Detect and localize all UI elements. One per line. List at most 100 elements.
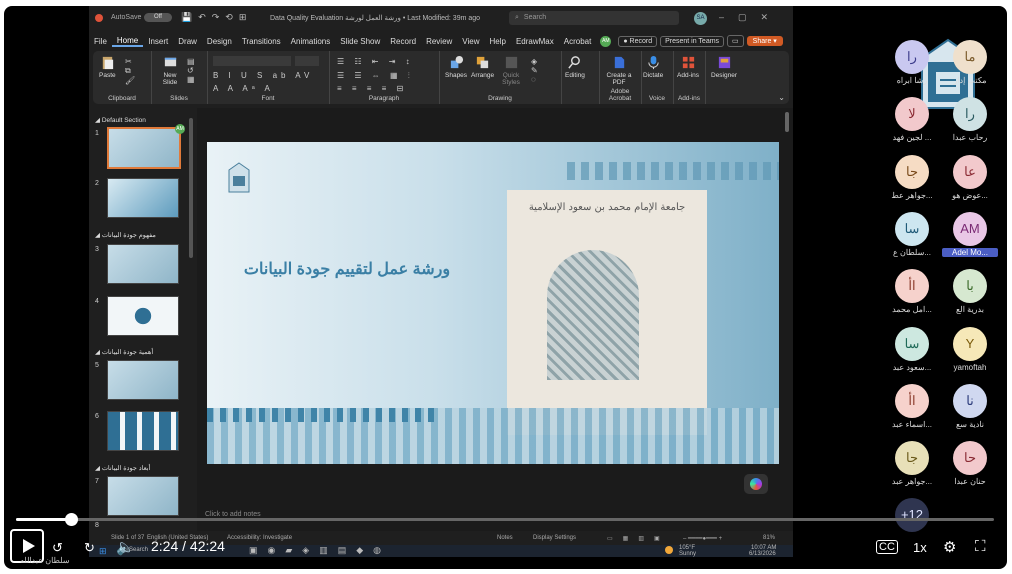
- tab-insert[interactable]: Insert: [143, 37, 173, 46]
- user-avatar[interactable]: SA: [694, 12, 707, 25]
- settings-gear-icon[interactable]: ⚙: [943, 538, 956, 556]
- align-icons[interactable]: ≡ ≡ ≡ ≡ ⊟: [337, 84, 407, 93]
- display-settings[interactable]: Display Settings: [533, 535, 576, 541]
- record-label: Record: [629, 37, 653, 45]
- participant-tile[interactable]: را رحاب عبدا: [942, 97, 998, 142]
- participant-tile[interactable]: عا عوض هو...: [942, 154, 998, 200]
- participant-tile[interactable]: سا سعود عبد...: [884, 326, 940, 372]
- participant-tile[interactable]: نا نادية سع: [942, 383, 998, 429]
- microphone-icon: [647, 55, 659, 70]
- participant-tile[interactable]: سا سلطان ع...: [884, 211, 940, 257]
- shapes-button[interactable]: Shapes: [445, 55, 467, 79]
- canvas-scrollbar[interactable]: [785, 112, 789, 132]
- editing-button[interactable]: Editing: [565, 55, 585, 79]
- record-button[interactable]: ● Record: [618, 35, 658, 47]
- tab-transitions[interactable]: Transitions: [237, 37, 286, 46]
- notes-toggle[interactable]: Notes: [497, 535, 513, 541]
- volume-icon[interactable]: 🔈: [116, 538, 135, 556]
- participant-tile[interactable]: اأ اسماء عبد...: [884, 383, 940, 429]
- quick-styles-button[interactable]: Quick Styles: [499, 55, 523, 86]
- participant-tile[interactable]: ما مكتب إدار: [942, 40, 998, 85]
- participant-tile[interactable]: لا لجين فهد ...: [884, 97, 940, 142]
- quick-styles-label: Quick Styles: [502, 72, 520, 86]
- tab-edrawmax[interactable]: EdrawMax: [511, 37, 559, 46]
- speed-button[interactable]: 1x: [913, 540, 927, 555]
- font-color-icons[interactable]: A A Aᵃ A: [213, 84, 274, 93]
- tab-home[interactable]: Home: [111, 36, 144, 47]
- font-format-icons[interactable]: B I U S ab AV: [213, 71, 313, 80]
- clipboard-small-icons[interactable]: ✂ ⧉ 🖌: [125, 57, 139, 85]
- participant-tile[interactable]: AM Adel Mo...: [942, 211, 998, 257]
- tab-file[interactable]: File: [89, 37, 112, 46]
- list-icons[interactable]: ☰ ☷ ⇤ ⇥ ↕: [337, 57, 414, 66]
- slide-thumbnail-4[interactable]: [107, 296, 179, 336]
- group-drawing: Shapes Arrange Quick Styles ◈ ✎ ◌ Drawing: [439, 51, 562, 104]
- rewind-10-icon[interactable]: ↺: [52, 540, 63, 556]
- share-button[interactable]: Share ▾: [746, 36, 783, 46]
- indent-icons[interactable]: ☰ ☰ ⇔ ▦ ⫶: [337, 71, 414, 81]
- create-pdf-button[interactable]: Create a PDF: [603, 55, 635, 86]
- shape-format-icons[interactable]: ◈ ✎ ◌: [531, 57, 542, 84]
- arrange-button[interactable]: Arrange: [471, 55, 494, 79]
- font-name-box[interactable]: [213, 56, 291, 66]
- slide-thumbnail-1[interactable]: [107, 127, 181, 169]
- new-slide-button[interactable]: New Slide: [157, 55, 183, 86]
- tab-design[interactable]: Design: [202, 37, 237, 46]
- slide-thumbnail-7[interactable]: [107, 476, 179, 516]
- slide-thumbnail-2[interactable]: [107, 178, 179, 218]
- add-ins-button[interactable]: Add-ins: [677, 55, 699, 79]
- section-importance[interactable]: ◢ أهمية جودة البيانات: [95, 348, 153, 356]
- autosave-label: AutoSave: [111, 14, 142, 21]
- zoom-level[interactable]: 81%: [763, 535, 775, 541]
- taskbar-app-icons[interactable]: ▣◉▰◈▥▤◆◍: [249, 545, 391, 556]
- participant-tile[interactable]: را رشا ابراه: [884, 40, 940, 85]
- slide-thumbnail-3[interactable]: [107, 244, 179, 284]
- tab-view[interactable]: View: [457, 37, 484, 46]
- thumb-number-2: 2: [95, 180, 99, 187]
- gate-inscription: جامعة الإمام محمد بن سعود الإسلامية: [528, 202, 686, 213]
- participant-tile[interactable]: جا جواهر عط...: [884, 154, 940, 200]
- section-dimensions[interactable]: ◢ أبعاد جودة البيانات: [95, 464, 150, 472]
- adobe-acrobat-label: Adobe Acrobat: [608, 88, 632, 102]
- autosave-toggle[interactable]: Off: [144, 13, 172, 22]
- section-concept[interactable]: ◢ مفهوم جودة البيانات: [95, 231, 156, 239]
- dictate-button[interactable]: Dictate: [643, 55, 663, 79]
- participant-tile[interactable]: حا حنان عبدا: [942, 441, 998, 486]
- participant-tile[interactable]: جا جواهر عبد...: [884, 441, 940, 486]
- slide-thumbnail-5[interactable]: [107, 360, 179, 400]
- copilot-button[interactable]: [744, 474, 768, 494]
- window-controls[interactable]: –▢✕: [719, 12, 782, 23]
- tab-slide-show[interactable]: Slide Show: [335, 37, 385, 46]
- zoom-slider[interactable]: – ━━━━●━━━ +: [683, 535, 722, 542]
- accessibility-status[interactable]: Accessibility: Investigate: [227, 535, 292, 541]
- participant-tile[interactable]: با بدرية الع: [942, 269, 998, 314]
- present-in-teams-button[interactable]: Present in Teams: [660, 35, 725, 47]
- designer-button[interactable]: Designer: [711, 55, 737, 79]
- tab-animations[interactable]: Animations: [286, 37, 336, 46]
- section-default[interactable]: ◢ Default Section: [95, 116, 146, 124]
- windows-start-icon[interactable]: ⊞: [99, 546, 107, 557]
- ribbon-collapse-icon[interactable]: ⌄: [778, 93, 785, 102]
- slide-thumbnail-6[interactable]: [107, 411, 179, 451]
- progress-track[interactable]: [16, 518, 994, 521]
- tab-draw[interactable]: Draw: [173, 37, 202, 46]
- forward-10-icon[interactable]: ↻: [84, 540, 95, 556]
- tab-acrobat[interactable]: Acrobat: [559, 37, 597, 46]
- slides-small-icons[interactable]: ▤ ↺ ▦: [187, 57, 199, 84]
- participant-tile[interactable]: Yyamoftah: [942, 326, 998, 372]
- fullscreen-icon[interactable]: ⛶: [975, 538, 986, 555]
- ppt-search-box[interactable]: ⌕ Search: [509, 11, 679, 25]
- current-slide[interactable]: ورشة عمل لتقييم جودة البيانات جامعة الإم…: [207, 142, 779, 464]
- font-size-box[interactable]: [295, 56, 319, 66]
- quick-access-icons[interactable]: 💾↶↷⟲⊞: [181, 12, 252, 23]
- tab-help[interactable]: Help: [485, 37, 511, 46]
- tab-review[interactable]: Review: [421, 37, 457, 46]
- view-buttons[interactable]: ▭▦▥▣: [607, 535, 670, 542]
- paste-button[interactable]: Paste: [99, 55, 116, 79]
- captions-icon[interactable]: CC: [876, 540, 898, 554]
- thumbnail-scrollbar[interactable]: [189, 118, 193, 258]
- comments-icon[interactable]: ▭: [727, 35, 744, 47]
- participant-tile[interactable]: اأ امل محمد...: [884, 269, 940, 314]
- tab-record[interactable]: Record: [385, 37, 421, 46]
- participant-tile[interactable]: +12: [884, 498, 940, 534]
